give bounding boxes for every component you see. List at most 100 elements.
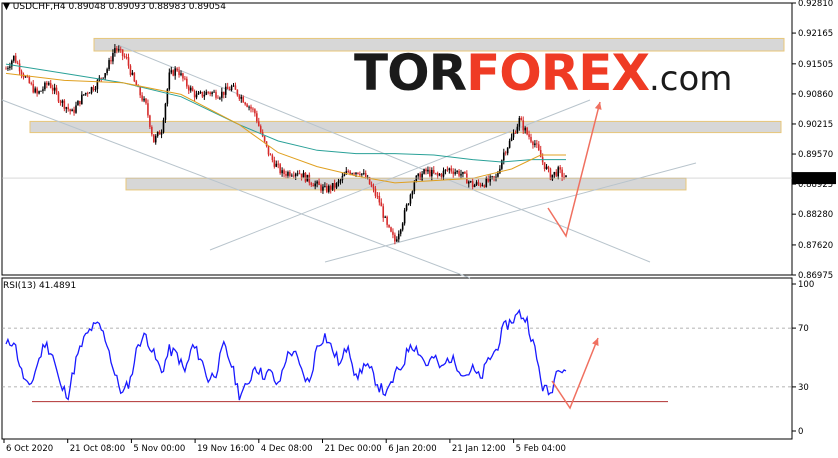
candle-body [86,92,89,94]
candle-body [427,169,429,172]
candle-body [191,87,194,92]
candle-body [143,98,145,101]
candle-body [271,155,274,161]
candle-body [374,188,377,196]
candle-body [539,150,542,158]
candle-body [481,185,484,187]
time-tick-label: 21 Oct 08:00 [70,444,125,454]
candle-body [483,185,486,187]
candle-body [557,167,560,177]
candle-body [473,184,476,188]
rsi-tick-label: 30 [798,383,809,393]
candle-body [75,105,77,113]
candle-body [180,73,182,76]
candle-body [49,83,52,88]
candle-body [174,68,176,76]
candle-body [131,72,134,75]
candle-body [256,113,258,122]
candle-body [409,194,412,204]
candle-body [228,89,231,91]
candle-body [277,163,280,165]
candle-body [129,65,132,75]
candle-body [298,173,301,175]
torforex-logo: TORFOREX.com [354,44,732,102]
candle-body [510,137,513,141]
candle-body [154,136,157,143]
candle-body [267,145,270,155]
candle-body [197,92,200,95]
candle-body [14,55,17,63]
candle-body [88,92,91,94]
candle-body [504,152,507,154]
candle-body [189,87,192,91]
candle-body [246,104,248,107]
candle-body [71,109,73,112]
candle-body [407,203,410,205]
candle-body [436,173,439,176]
candle-body [250,106,252,109]
rsi-tick-label: 100 [798,280,814,290]
candle-body [123,56,126,58]
candle-body [415,175,418,182]
candle-body [248,106,250,108]
candle-body [240,96,243,99]
candle-body [73,109,75,113]
candle-body [44,82,46,90]
time-tick-label: 4 Dec 08:00 [261,444,313,454]
candle-body [127,57,130,66]
candle-body [532,141,534,146]
candle-body [145,98,147,104]
candle-body [34,88,36,93]
candle-body [217,97,219,99]
candle-body [168,72,171,90]
candle-body [12,55,15,61]
sr-zone-2 [29,120,782,134]
symbol-low: 0.88983 [148,2,186,12]
candle-body [149,115,151,127]
candle-body [199,91,202,93]
candle-body [79,100,81,105]
candle-body [67,107,70,110]
candle-body [396,239,398,242]
candle-body [257,121,260,127]
candle-body [102,77,105,79]
candle-body [310,182,313,185]
candle-body [275,163,278,167]
candle-body [419,173,421,180]
price-tick-label: 0.88280 [798,210,833,220]
candle-body [7,67,9,69]
candle-body [283,170,285,175]
candle-body [186,78,188,87]
time-tick-label: 6 Jan 20:00 [388,444,436,454]
candle-body [141,95,143,101]
candle-body [351,173,353,175]
candle-body [65,107,68,109]
candle-body [397,233,400,240]
candle-body [565,175,567,178]
candle-body [349,171,351,175]
price-tick-label: 0.92165 [798,29,833,39]
candle-body [158,131,161,135]
candle-body [209,92,211,95]
candle-body [116,48,118,51]
candle-body [69,109,71,112]
candle-body [464,171,466,174]
candle-body [230,86,233,91]
candle-body [187,86,190,91]
candle-body [370,184,373,187]
candle-body [16,62,19,64]
candle-body [516,126,519,134]
candle-body [403,210,406,224]
candle-body [112,53,114,62]
candle-body [329,185,332,190]
candle-body [547,166,550,169]
time-tick-label: 21 Dec 00:00 [325,444,382,454]
candle-body [110,60,112,62]
candle-body [314,183,316,187]
candle-body [386,216,388,225]
candle-body [355,172,357,175]
candle-body [213,91,215,93]
candle-body [82,94,85,96]
candle-body [176,68,178,71]
candle-body [269,154,272,156]
